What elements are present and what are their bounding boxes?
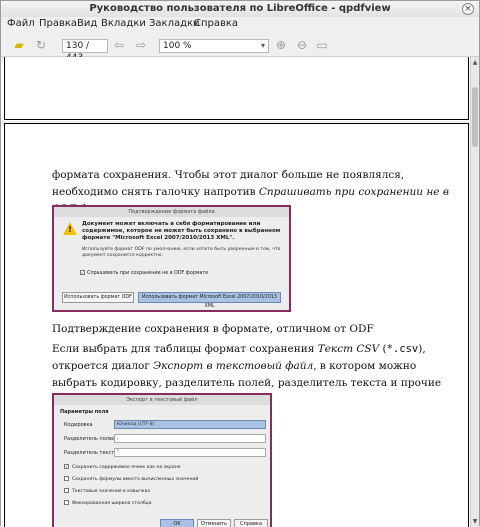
paragraph-2-mono: *.csv [386,343,419,355]
zoom-in-icon[interactable]: ⊕ [273,38,289,52]
option-2-label: Сохранять формулы вместо вычисленных зна… [72,477,199,482]
option-2: Сохранять формулы вместо вычисленных зна… [64,476,198,482]
zoom-out-icon[interactable]: ⊖ [294,38,310,52]
vertical-scrollbar[interactable]: ▲ ▼ [470,57,479,527]
field-separator-label: Разделитель полей [64,436,116,442]
field-separator-field: , [114,434,266,443]
menu-help[interactable]: Справка [194,18,238,29]
paragraph-2-italic-1: Текст CSV [317,343,380,355]
text-separator-label: Разделитель текста [64,450,118,456]
menu-bookmarks[interactable]: Закладки [149,18,200,29]
option-4-label: Фиксированная ширина столбца [72,501,152,506]
text-separator-field: " [114,448,266,457]
title-bar[interactable]: Руководство пользователя по LibreOffice … [1,1,479,17]
option-3-label: Текстовые значения в кавычках [72,489,151,494]
fit-page-icon[interactable]: ▭ [314,38,330,52]
page-number-input[interactable]: 130 / 443 [62,39,108,63]
refresh-icon[interactable]: ↻ [33,38,49,52]
checkbox-checked-icon: ✓ [64,464,69,469]
zoom-value: 100 % [163,41,192,51]
encoding-label: Кодировка [64,422,93,428]
scroll-up-icon[interactable]: ▲ [471,59,479,66]
menu-tabs[interactable]: Вкладки [101,18,146,29]
chevron-down-icon[interactable]: ▾ [261,40,265,52]
option-3: Текстовые значения в кавычках [64,488,150,494]
scrollbar-thumb[interactable] [472,87,478,147]
previous-page [4,57,469,120]
paragraph-2-italic-2: Экспорт в текстовый файл [153,360,314,372]
dialog-screenshot-format-confirm: Подтверждение формата файла ! Документ м… [52,205,291,312]
close-icon[interactable]: × [462,3,474,15]
dialog1-message: Документ может включать в себя форматиро… [82,221,281,241]
menu-edit[interactable]: Правка [39,18,77,29]
dialog1-xml-button: Использовать формат Microsoft Excel 2007… [138,292,281,309]
paragraph-2-text-b: ( [379,343,387,355]
dialog1-sub: Используйте формат ODF по умолчанию, есл… [82,247,281,258]
dialog-screenshot-text-export: Экспорт в текстовый файл Параметры поля … [52,393,272,527]
dialog1-checkbox: ✓ Спрашивать при сохранении не в ODF форм… [80,270,208,276]
checkbox-checked-icon: ✓ [80,270,85,275]
checkbox-icon [64,488,69,493]
menu-bar: Файл Правка Вид Вкладки Закладки Справка [1,17,479,32]
dialog1-odf-button: Использовать формат ODF [62,292,134,303]
warning-icon: ! [63,222,77,235]
scroll-down-icon[interactable]: ▼ [471,518,479,525]
app-window: Руководство пользователя по LibreOffice … [0,0,480,527]
option-1-label: Сохранить содержимое ячеек как на экране [72,465,181,470]
menu-file[interactable]: Файл [7,18,35,29]
next-page-icon[interactable]: ⇨ [133,38,149,52]
checkbox-icon [64,476,69,481]
dialog2-title: Экспорт в текстовый файл [54,395,270,405]
open-folder-icon[interactable]: ▰ [11,38,27,52]
checkbox-icon [64,500,69,505]
previous-page-icon[interactable]: ⇦ [111,38,127,52]
menu-view[interactable]: Вид [77,18,97,29]
encoding-field: Юникод (UTF-8) [114,420,266,429]
caption-1: Подтверждение сохранения в формате, отли… [52,323,374,335]
window-title: Руководство пользователя по LibreOffice … [89,3,391,14]
document-viewport[interactable]: формата сохранения. Чтобы этот диалог бо… [1,57,471,527]
option-4: Фиксированная ширина столбца [64,500,152,506]
option-1: ✓ Сохранить содержимое ячеек как на экран… [64,464,181,470]
paragraph-2-text-a: Если выбрать для таблицы формат сохранен… [52,343,318,355]
dialog1-title: Подтверждение формата файла [54,207,289,217]
dialog2-group-label: Параметры поля [60,409,109,415]
dialog1-checkbox-label: Спрашивать при сохранении не в ODF форма… [87,271,209,276]
toolbar: ▰ ↻ 130 / 443 ⇦ ⇨ 100 % ▾ ⊕ ⊖ ▭ [1,32,479,63]
zoom-select[interactable]: 100 % ▾ [159,39,269,53]
